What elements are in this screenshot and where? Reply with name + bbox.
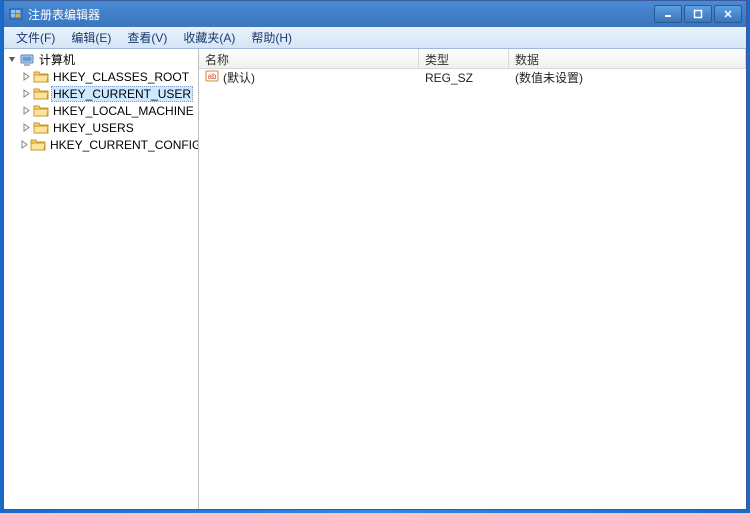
expand-icon[interactable] bbox=[20, 71, 32, 83]
cell-name: ab (默认) bbox=[199, 69, 419, 86]
collapse-icon[interactable] bbox=[6, 54, 18, 66]
maximize-button[interactable] bbox=[684, 5, 712, 23]
tree-root-label: 计算机 bbox=[37, 51, 77, 68]
tree-root-computer[interactable]: 计算机 bbox=[4, 51, 198, 68]
titlebar[interactable]: 注册表编辑器 bbox=[4, 1, 746, 27]
list-row[interactable]: ab (默认) REG_SZ(数值未设置) bbox=[199, 69, 746, 86]
app-icon bbox=[8, 6, 24, 22]
string-value-icon: ab bbox=[205, 69, 219, 86]
list-panel: 名称 类型 数据 ab (默认) REG_SZ(数值未设置) bbox=[199, 49, 746, 509]
menu-help[interactable]: 帮助(H) bbox=[243, 27, 300, 48]
folder-icon bbox=[33, 120, 49, 136]
expand-icon[interactable] bbox=[20, 122, 32, 134]
value-name: (默认) bbox=[223, 69, 255, 86]
window-controls bbox=[654, 5, 742, 23]
tree-node-hive[interactable]: HKEY_USERS bbox=[4, 119, 198, 136]
folder-icon bbox=[33, 103, 49, 119]
folder-icon bbox=[30, 137, 46, 153]
column-data[interactable]: 数据 bbox=[509, 49, 746, 68]
close-button[interactable] bbox=[714, 5, 742, 23]
tree-node-hive[interactable]: HKEY_CLASSES_ROOT bbox=[4, 68, 198, 85]
menu-file[interactable]: 文件(F) bbox=[8, 27, 63, 48]
computer-icon bbox=[19, 52, 35, 68]
column-type[interactable]: 类型 bbox=[419, 49, 509, 68]
folder-icon bbox=[33, 86, 49, 102]
tree-node-hive[interactable]: HKEY_CURRENT_CONFIG bbox=[4, 136, 198, 153]
expand-icon[interactable] bbox=[20, 139, 29, 151]
cell-data: (数值未设置) bbox=[509, 69, 746, 86]
expand-icon[interactable] bbox=[20, 88, 32, 100]
tree-node-hive[interactable]: HKEY_LOCAL_MACHINE bbox=[4, 102, 198, 119]
registry-editor-window: 注册表编辑器 文件(F) 编辑(E) 查看(V) 收藏夹(A) 帮助(H) bbox=[3, 0, 747, 510]
list-body[interactable]: ab (默认) REG_SZ(数值未设置) bbox=[199, 69, 746, 509]
tree-node-hive[interactable]: HKEY_CURRENT_USER bbox=[4, 85, 198, 102]
column-name[interactable]: 名称 bbox=[199, 49, 419, 68]
tree-node-label: HKEY_CLASSES_ROOT bbox=[51, 70, 191, 84]
expand-icon[interactable] bbox=[20, 105, 32, 117]
tree-panel[interactable]: 计算机 HKEY_CLASSES_ROOT HKEY_CURRENT_USER HK… bbox=[4, 49, 199, 509]
cell-type: REG_SZ bbox=[419, 71, 509, 85]
tree-node-label: HKEY_USERS bbox=[51, 121, 136, 135]
menubar: 文件(F) 编辑(E) 查看(V) 收藏夹(A) 帮助(H) bbox=[4, 27, 746, 49]
menu-edit[interactable]: 编辑(E) bbox=[63, 27, 119, 48]
list-header: 名称 类型 数据 bbox=[199, 49, 746, 69]
menu-view[interactable]: 查看(V) bbox=[119, 27, 175, 48]
svg-text:ab: ab bbox=[208, 72, 217, 81]
tree-node-label: HKEY_CURRENT_CONFIG bbox=[48, 138, 199, 152]
content-area: 计算机 HKEY_CLASSES_ROOT HKEY_CURRENT_USER HK… bbox=[4, 49, 746, 509]
folder-icon bbox=[33, 69, 49, 85]
window-title: 注册表编辑器 bbox=[28, 6, 654, 23]
menu-favorites[interactable]: 收藏夹(A) bbox=[175, 27, 243, 48]
tree-node-label: HKEY_LOCAL_MACHINE bbox=[51, 104, 196, 118]
tree-node-label: HKEY_CURRENT_USER bbox=[51, 86, 193, 102]
minimize-button[interactable] bbox=[654, 5, 682, 23]
